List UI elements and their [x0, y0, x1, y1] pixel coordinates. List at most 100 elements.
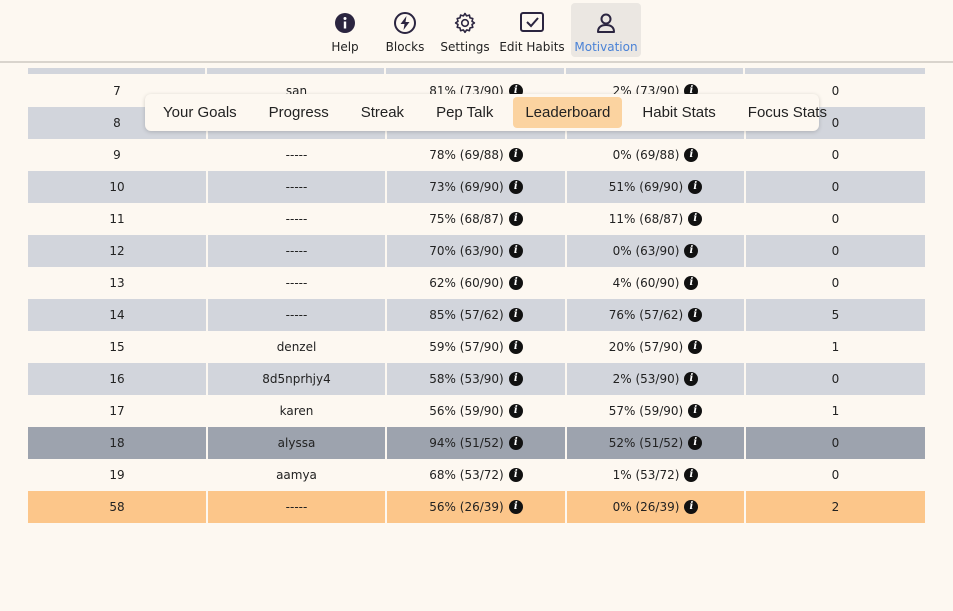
completion-cell-value: 85% (57/62) i: [429, 308, 523, 322]
info-icon[interactable]: i: [508, 212, 523, 226]
table-row-partial: [28, 68, 925, 74]
info-icon[interactable]: i: [684, 372, 699, 386]
completion-cell-text: 85% (57/62): [429, 308, 504, 322]
count-cell: 1: [745, 395, 925, 427]
score-cell: 51% (69/90) i: [566, 171, 746, 203]
info-icon[interactable]: i: [684, 148, 699, 162]
score-cell-text: 0% (26/39): [612, 500, 680, 514]
name-cell: aamya: [207, 459, 387, 491]
completion-cell-text: 68% (53/72): [429, 468, 504, 482]
score-cell-text: 57% (59/90): [608, 404, 684, 418]
nav-help[interactable]: Help: [325, 3, 365, 57]
completion-cell-text: 56% (59/90): [429, 404, 504, 418]
info-icon[interactable]: i: [508, 468, 523, 482]
count-cell: 0: [745, 267, 925, 299]
info-icon[interactable]: i: [508, 500, 523, 514]
info-icon[interactable]: i: [508, 276, 523, 290]
completion-cell-text: 75% (68/87): [429, 212, 504, 226]
rank-cell: 19: [28, 459, 208, 491]
tab-streak[interactable]: Streak: [349, 97, 416, 128]
completion-cell-value: 78% (69/88) i: [429, 148, 523, 162]
score-cell-value: 20% (57/90) i: [608, 340, 703, 354]
info-icon[interactable]: i: [688, 436, 703, 450]
nav-edit-habits[interactable]: Edit Habits: [499, 3, 565, 57]
score-cell-value: 4% (60/90) i: [613, 276, 699, 290]
score-cell: 4% (60/90) i: [566, 267, 746, 299]
tab-focus-stats[interactable]: Focus Stats: [736, 97, 839, 128]
score-cell-value: 1% (53/72) i: [613, 468, 699, 482]
tab-progress[interactable]: Progress: [257, 97, 341, 128]
score-cell-text: 2% (53/90): [612, 372, 680, 386]
score-cell-value: 0% (69/88) i: [613, 148, 699, 162]
score-cell: 0% (26/39) i: [566, 491, 746, 523]
completion-cell-text: 70% (63/90): [429, 244, 504, 258]
tab-leaderboard[interactable]: Leaderboard: [513, 97, 623, 128]
tab-pep-talk[interactable]: Pep Talk: [424, 97, 505, 128]
nav-blocks[interactable]: Blocks: [383, 3, 427, 57]
score-cell-text: 20% (57/90): [608, 340, 684, 354]
score-cell: 2% (53/90) i: [566, 363, 746, 395]
info-icon[interactable]: i: [508, 244, 523, 258]
lightning-icon: [392, 10, 418, 36]
score-cell-text: 1% (53/72): [612, 468, 680, 482]
rank-cell: 9: [28, 139, 208, 171]
table-row: 14 ----- 85% (57/62) i 76% (57/62) i 5: [28, 299, 925, 331]
score-cell-value: 0% (26/39) i: [613, 500, 699, 514]
name-cell: -----: [207, 267, 387, 299]
score-cell: 11% (68/87) i: [566, 203, 746, 235]
score-cell-value: 76% (57/62) i: [608, 308, 703, 322]
info-icon[interactable]: i: [688, 212, 703, 226]
completion-cell-value: 70% (63/90) i: [429, 244, 523, 258]
tab-your-goals[interactable]: Your Goals: [151, 97, 249, 128]
info-icon[interactable]: i: [508, 404, 523, 418]
name-cell: karen: [207, 395, 387, 427]
info-icon[interactable]: i: [688, 180, 703, 194]
info-icon[interactable]: i: [508, 148, 523, 162]
count-cell: 1: [745, 331, 925, 363]
completion-cell: 56% (59/90) i: [386, 395, 567, 427]
completion-cell: 62% (60/90) i: [386, 267, 567, 299]
completion-cell: 75% (68/87) i: [386, 203, 567, 235]
score-cell-value: 57% (59/90) i: [608, 404, 703, 418]
completion-cell: 58% (53/90) i: [386, 363, 567, 395]
info-icon[interactable]: i: [684, 468, 699, 482]
info-icon[interactable]: i: [508, 436, 523, 450]
count-cell: 5: [745, 299, 925, 331]
name-cell: -----: [207, 203, 387, 235]
count-cell: 0: [745, 459, 925, 491]
score-cell: 57% (59/90) i: [566, 395, 746, 427]
nav-blocks-label: Blocks: [385, 40, 425, 54]
score-cell-text: 76% (57/62): [608, 308, 684, 322]
nav-motivation[interactable]: Motivation: [571, 3, 641, 57]
info-icon[interactable]: i: [684, 276, 699, 290]
score-cell: 52% (51/52) i: [566, 427, 746, 459]
completion-cell-value: 56% (26/39) i: [429, 500, 523, 514]
score-cell-text: 0% (63/90): [612, 244, 680, 258]
score-cell-text: 52% (51/52): [608, 436, 684, 450]
rank-cell: 15: [28, 331, 208, 363]
info-icon[interactable]: i: [508, 340, 523, 354]
count-cell: 0: [745, 171, 925, 203]
info-icon[interactable]: i: [508, 372, 523, 386]
score-cell-text: 51% (69/90): [608, 180, 684, 194]
score-cell-value: 11% (68/87) i: [609, 212, 703, 226]
completion-cell: 78% (69/88) i: [386, 139, 567, 171]
score-cell-value: 2% (53/90) i: [613, 372, 699, 386]
info-icon[interactable]: i: [508, 308, 523, 322]
info-icon[interactable]: i: [688, 340, 703, 354]
info-icon[interactable]: i: [684, 244, 699, 258]
name-cell: -----: [207, 235, 387, 267]
tab-habit-stats[interactable]: Habit Stats: [630, 97, 727, 128]
info-icon[interactable]: i: [688, 404, 703, 418]
count-cell: 0: [745, 203, 925, 235]
info-icon[interactable]: i: [684, 500, 699, 514]
info-icon[interactable]: i: [688, 308, 703, 322]
score-cell: 1% (53/72) i: [566, 459, 746, 491]
table-row: 10 ----- 73% (69/90) i 51% (69/90) i 0: [28, 171, 925, 203]
info-icon[interactable]: i: [508, 180, 523, 194]
completion-cell-value: 73% (69/90) i: [429, 180, 523, 194]
score-cell: 76% (57/62) i: [566, 299, 746, 331]
table-row: 19 aamya 68% (53/72) i 1% (53/72) i 0: [28, 459, 925, 491]
nav-settings[interactable]: Settings: [440, 3, 490, 57]
count-cell: 2: [745, 491, 925, 523]
